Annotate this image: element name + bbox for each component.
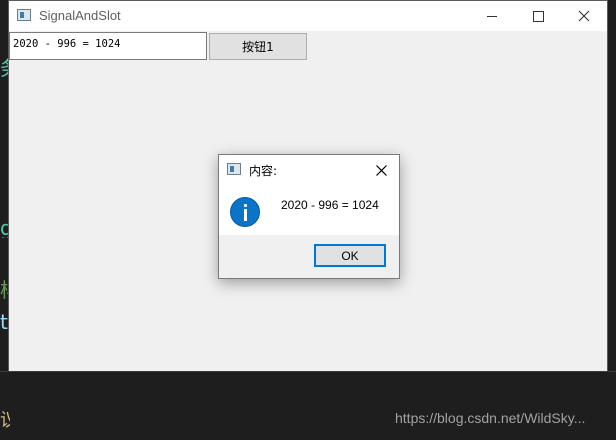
close-button[interactable] (561, 1, 607, 31)
message-box: 内容: 2020 - 996 = 1024 OK (218, 154, 400, 279)
result-line-edit[interactable]: 2020 - 996 = 1024 (9, 32, 207, 60)
message-box-title: 内容: (249, 164, 278, 178)
button-1[interactable]: 按钮1 (209, 33, 307, 60)
dialog-app-icon (227, 163, 241, 175)
background-editor-bottom: 议 (0, 371, 616, 440)
background-editor-fragment: 样 (0, 280, 8, 300)
close-icon (376, 165, 387, 176)
minimize-icon (487, 15, 497, 17)
message-box-body: 2020 - 996 = 1024 (219, 183, 399, 235)
watermark-text: https://blog.csdn.net/WildSky... (395, 410, 586, 426)
window-title: SignalAndSlot (39, 8, 121, 23)
close-icon (578, 10, 590, 22)
background-editor-fragment: g (0, 218, 8, 238)
message-box-close-button[interactable] (375, 162, 388, 181)
window-titlebar: SignalAndSlot (9, 1, 607, 31)
app-icon (17, 9, 31, 21)
background-editor-fragment: 务 (0, 58, 8, 78)
background-editor-fragment: 议 (0, 410, 10, 431)
minimize-button[interactable] (469, 1, 515, 31)
message-box-titlebar: 内容: (219, 155, 399, 183)
message-text: 2020 - 996 = 1024 (281, 198, 379, 212)
main-window: SignalAndSlot 2020 - 996 = 1024 按钮1 内容: … (8, 0, 608, 432)
info-icon (230, 197, 260, 227)
maximize-icon (532, 10, 544, 22)
ok-button[interactable]: OK (314, 244, 386, 267)
maximize-button[interactable] (515, 1, 561, 31)
background-editor-fragment: t (0, 312, 8, 332)
